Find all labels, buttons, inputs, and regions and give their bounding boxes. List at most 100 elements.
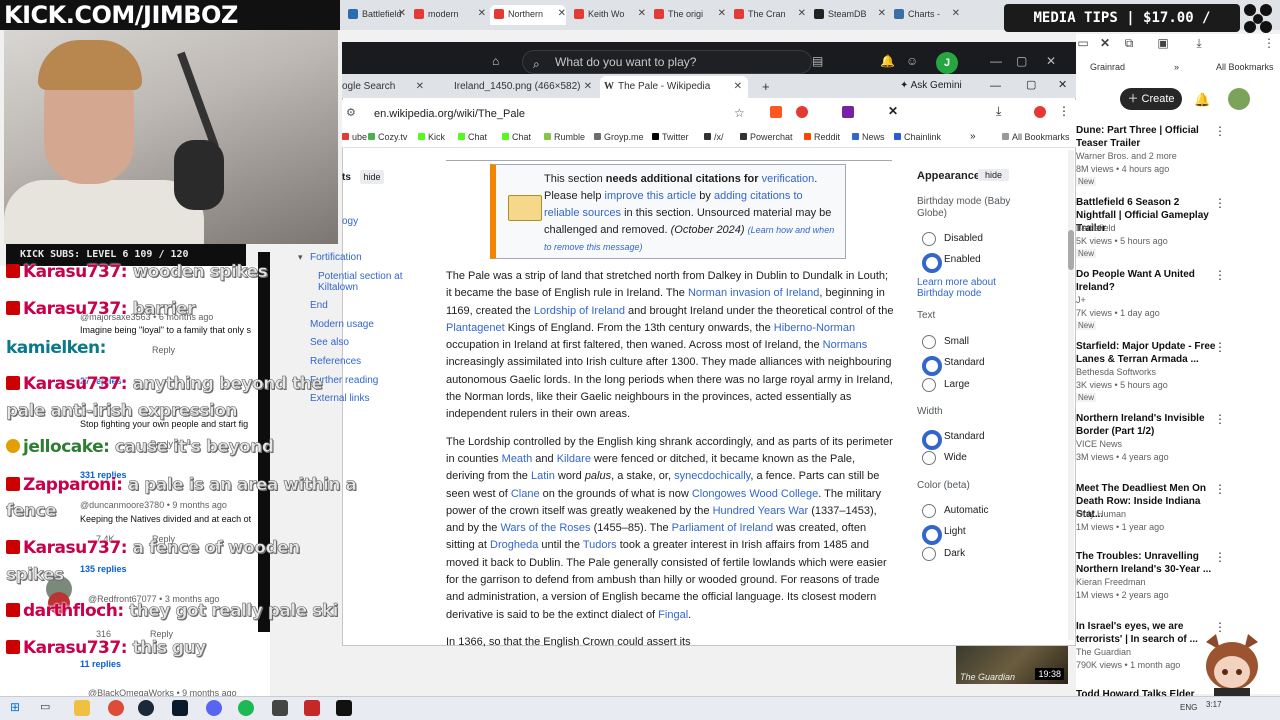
- article-link[interactable]: Hiberno-Norman: [774, 322, 855, 334]
- article-link[interactable]: Meath: [502, 453, 533, 465]
- clock[interactable]: 3:17: [1206, 700, 1222, 709]
- download-icon[interactable]: ⤓: [1192, 36, 1206, 50]
- maximize-icon[interactable]: ▢: [1026, 78, 1036, 91]
- verification-link[interactable]: verification: [762, 173, 815, 185]
- outer-tab-active[interactable]: Northern ✕: [490, 5, 566, 25]
- create-button[interactable]: ＋ Create: [1120, 88, 1182, 110]
- toc-link[interactable]: References: [310, 356, 361, 367]
- bookmark[interactable]: Powerchat: [740, 132, 793, 142]
- tab[interactable]: Ireland_1450.png (466×582) ✕: [438, 76, 598, 98]
- bookmark[interactable]: /x/: [704, 132, 724, 142]
- chevron-right-icon[interactable]: »: [1174, 62, 1179, 72]
- enabled-radio[interactable]: Enabled: [922, 253, 981, 273]
- close-icon[interactable]: ✕: [1046, 54, 1056, 68]
- url-input[interactable]: en.wikipedia.org/wiki/The_Pale: [362, 104, 758, 124]
- bookmark[interactable]: Cozy.tv: [368, 132, 407, 142]
- outer-tab[interactable]: modern ✕: [410, 5, 486, 25]
- extension-icon[interactable]: [796, 106, 808, 118]
- new-tab-button[interactable]: +: [756, 76, 770, 98]
- bookmark-icon[interactable]: ▭: [1076, 36, 1090, 50]
- minimize-icon[interactable]: —: [990, 54, 1002, 68]
- article-link[interactable]: Hundred Years War: [713, 505, 809, 517]
- discord-icon[interactable]: [206, 700, 222, 716]
- app-icon[interactable]: [272, 700, 288, 716]
- menu-icon[interactable]: ⋮: [1262, 36, 1276, 50]
- appearance-hide-button[interactable]: hide: [978, 169, 1010, 181]
- replies-toggle[interactable]: 11 replies: [80, 659, 121, 669]
- width-wide-radio[interactable]: Wide: [922, 451, 967, 465]
- star-icon[interactable]: ☆: [734, 106, 745, 120]
- article-link[interactable]: Tudors: [583, 539, 617, 551]
- maximize-icon[interactable]: ▢: [1016, 54, 1027, 68]
- windows-start-icon[interactable]: ⊞: [10, 700, 26, 716]
- outer-tab[interactable]: Charts - ✕: [890, 5, 960, 25]
- all-bookmarks[interactable]: All Bookmarks: [1216, 62, 1274, 72]
- site-info-icon[interactable]: ⚙: [346, 106, 356, 119]
- app-icon[interactable]: [304, 700, 320, 716]
- article-link[interactable]: Kildare: [557, 453, 591, 465]
- scrollbar[interactable]: [1068, 150, 1074, 640]
- video-thumbnail[interactable]: The Guardian 19:38: [956, 646, 1068, 684]
- tab[interactable]: ogle Search ✕: [342, 76, 430, 98]
- video-item[interactable]: Meet The Deadliest Men On Death Row: Ins…: [1076, 482, 1276, 552]
- extension-icon[interactable]: [842, 106, 854, 118]
- outer-tab[interactable]: Keith Wo ✕: [570, 5, 646, 25]
- video-item[interactable]: Northern Ireland's Invisible Border (Par…: [1076, 412, 1276, 482]
- spotify-icon[interactable]: [238, 700, 254, 716]
- scrollbar-thumb[interactable]: [1068, 230, 1074, 270]
- video-item[interactable]: The Troubles: Unravelling Northern Irela…: [1076, 550, 1276, 620]
- minimize-icon[interactable]: —: [990, 80, 1001, 92]
- article-link[interactable]: Lordship of Ireland: [534, 305, 625, 317]
- outer-tab[interactable]: The Cran ✕: [730, 5, 806, 25]
- tab-active[interactable]: W The Pale - Wikipedia ✕: [600, 76, 748, 98]
- replies-toggle[interactable]: 135 replies: [80, 564, 127, 574]
- task-view-icon[interactable]: ▭: [40, 700, 56, 716]
- toc-collapse-icon[interactable]: ▾: [298, 252, 303, 263]
- article-link[interactable]: Clane: [511, 488, 540, 500]
- bookmark[interactable]: Groyp.me: [594, 132, 644, 142]
- toc-link[interactable]: ogy: [342, 216, 358, 227]
- more-icon[interactable]: ⋮: [1214, 340, 1226, 354]
- profile-avatar[interactable]: [1034, 106, 1046, 118]
- bookmark[interactable]: ube: [342, 132, 367, 142]
- chrome-icon[interactable]: [108, 700, 124, 716]
- language-indicator[interactable]: ENG: [1180, 703, 1197, 712]
- bookmark-grainrad[interactable]: Grainrad: [1090, 62, 1125, 72]
- article-link[interactable]: Drogheda: [490, 539, 538, 551]
- file-explorer-icon[interactable]: [74, 700, 90, 716]
- more-icon[interactable]: ⋮: [1214, 412, 1226, 426]
- all-bookmarks[interactable]: All Bookmarks: [1002, 132, 1070, 142]
- article-link[interactable]: Parliament of Ireland: [672, 522, 774, 534]
- more-icon[interactable]: ⋮: [1214, 124, 1226, 138]
- x-icon[interactable]: ✕: [1098, 36, 1112, 50]
- toc-link[interactable]: Modern usage: [310, 319, 374, 330]
- ask-gemini-button[interactable]: ✦ Ask Gemini: [900, 77, 980, 95]
- reply-button[interactable]: Reply: [152, 345, 175, 355]
- learn-more-link[interactable]: Learn more about Birthday mode: [917, 277, 1017, 299]
- toc-link[interactable]: End: [310, 300, 328, 311]
- extension-icon[interactable]: ⧉: [1122, 36, 1136, 50]
- toc-link[interactable]: Kiltalown: [318, 282, 358, 293]
- width-standard-radio[interactable]: Standard: [922, 430, 985, 450]
- toc-link[interactable]: Fortification: [310, 252, 362, 263]
- color-automatic-radio[interactable]: Automatic: [922, 504, 988, 518]
- video-item[interactable]: Do People Want A United Ireland? J+ 7K vie…: [1076, 268, 1276, 338]
- cast-icon[interactable]: ▣: [1156, 36, 1170, 50]
- outer-tab[interactable]: SteamDB ✕: [810, 5, 886, 25]
- notification-bell-icon[interactable]: 🔔: [1194, 92, 1210, 108]
- extension-icon[interactable]: [770, 106, 782, 118]
- more-icon[interactable]: ⋮: [1214, 550, 1226, 564]
- toc-link[interactable]: External links: [310, 393, 369, 404]
- improve-link[interactable]: improve this article: [605, 190, 697, 202]
- bookmark[interactable]: Rumble: [544, 132, 585, 142]
- video-item[interactable]: Starfield: Major Update - Free Lanes & T…: [1076, 340, 1276, 410]
- text-small-radio[interactable]: Small: [922, 335, 969, 349]
- x-icon[interactable]: ✕: [888, 104, 898, 118]
- article-link[interactable]: Normans: [823, 339, 868, 351]
- color-light-radio[interactable]: Light: [922, 525, 966, 545]
- article-link[interactable]: Latin: [531, 470, 555, 482]
- steam-search-input[interactable]: ⌕ What do you want to play?: [522, 50, 812, 74]
- capcut-icon[interactable]: [336, 700, 352, 716]
- bell-icon[interactable]: 🔔: [880, 54, 895, 68]
- avatar[interactable]: [1228, 88, 1250, 110]
